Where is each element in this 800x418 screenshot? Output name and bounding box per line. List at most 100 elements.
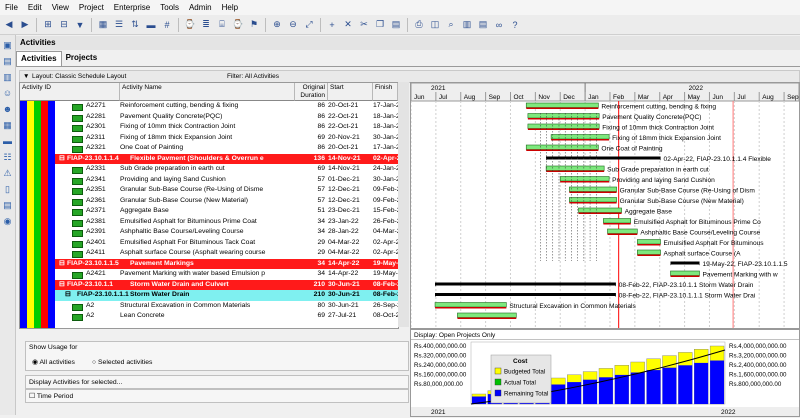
store-icon[interactable]: ⚑ bbox=[247, 18, 261, 32]
activity-row[interactable]: A2401 Emulsified Asphalt For Bituminous T… bbox=[20, 238, 398, 249]
chart-icon[interactable]: ▥ bbox=[460, 18, 474, 32]
assignments-nav-icon[interactable]: ☷ bbox=[2, 152, 13, 163]
report-icon[interactable]: ▤ bbox=[476, 18, 490, 32]
filter-label[interactable]: Filter: All Activities bbox=[227, 71, 279, 82]
activity-row[interactable]: A2351 Granular Sub-Base Course (Re-Using … bbox=[20, 185, 398, 196]
activity-row[interactable]: A2381 Emulsified Asphalt for Bituminous P… bbox=[20, 217, 398, 228]
activity-row[interactable]: A2391 Ashphaltic Base Course/Leveling Cou… bbox=[20, 227, 398, 238]
level-icon[interactable]: ≣ bbox=[199, 18, 213, 32]
tab-projects[interactable]: Projects bbox=[62, 51, 102, 66]
menu-help[interactable]: Help bbox=[217, 3, 243, 12]
activity-row[interactable]: A2331 Sub Grade preparation in earth cut 6… bbox=[20, 164, 398, 175]
timescale-month: Feb bbox=[613, 94, 625, 101]
column-header-original-duration[interactable]: Original Duration bbox=[295, 83, 328, 101]
wbs-row[interactable]: ⊟ FIAP-23.10.1.1 Storm Water Drain and Cul… bbox=[55, 279, 398, 291]
tab-activities[interactable]: Activities bbox=[16, 51, 62, 66]
delete-icon[interactable]: ✕ bbox=[341, 18, 355, 32]
activity-row[interactable]: A2361 Granular Sub-Base Course (New Mater… bbox=[20, 196, 398, 207]
activity-row[interactable]: A2311 Fixing of 18mm thick Expansion Join… bbox=[20, 133, 398, 144]
activities-nav-icon[interactable]: ▬ bbox=[2, 136, 13, 147]
issues-nav-icon[interactable]: ⚠ bbox=[2, 168, 13, 179]
collapse-toggle-icon[interactable]: ⊟ bbox=[65, 290, 71, 301]
copy-icon[interactable]: ❐ bbox=[373, 18, 387, 32]
all-activities-radio[interactable]: ◉ bbox=[32, 359, 38, 366]
resources-nav-icon[interactable]: ☺ bbox=[2, 88, 13, 99]
finish-date: 02-Apr-22 bbox=[373, 238, 398, 246]
legend-swatch bbox=[494, 389, 502, 397]
schedule-icon[interactable]: ⌚ bbox=[183, 18, 197, 32]
usage-panel: Show Usage for ◉ All activities ○ Select… bbox=[19, 329, 409, 415]
wbs-row[interactable]: ⊟ FIAP-23.10.1.1.4 Flexible Pavment (Shoul… bbox=[55, 153, 398, 165]
group-sort-icon[interactable]: ⇅ bbox=[128, 18, 142, 32]
activity-row[interactable]: A2421 Pavement Marking with water based E… bbox=[20, 269, 398, 280]
selected-activities-radio[interactable]: ○ bbox=[92, 359, 96, 366]
help-icon[interactable]: ? bbox=[508, 18, 522, 32]
activity-row[interactable]: A2 Structural Excavation in Common Materi… bbox=[20, 301, 398, 312]
column-header-activity-name[interactable]: Activity Name bbox=[120, 83, 295, 101]
columns-icon[interactable]: ☰ bbox=[112, 18, 126, 32]
preview-icon[interactable]: ◫ bbox=[428, 18, 442, 32]
link-icon[interactable]: ∞ bbox=[492, 18, 506, 32]
paste-icon[interactable]: ▤ bbox=[389, 18, 403, 32]
finish-date: 02-Apr-22 bbox=[373, 249, 398, 256]
fit-icon[interactable]: ⤢ bbox=[302, 18, 316, 32]
collapse-toggle-icon[interactable]: ⊟ bbox=[59, 259, 65, 270]
activity-row[interactable]: A2371 Aggregate Base 5123-Dec-21 15-Feb-22 bbox=[20, 206, 398, 217]
activity-row[interactable]: A2271 Reinforcement cutting, bending & fi… bbox=[20, 101, 398, 112]
time-period-checkbox[interactable]: ☐ bbox=[29, 393, 35, 400]
menu-project[interactable]: Project bbox=[74, 3, 109, 12]
add-icon[interactable]: + bbox=[325, 18, 339, 32]
pane-splitter[interactable] bbox=[398, 82, 409, 327]
wbs-row[interactable]: ⊟ FIAP-23.10.1.1.1 Storm Water Drain 210 30-… bbox=[55, 290, 398, 301]
activity-row[interactable]: A2301 Fixing of 10mm thick Contraction Jo… bbox=[20, 122, 398, 133]
hash-icon[interactable]: # bbox=[160, 18, 174, 32]
timescale-month: Dec bbox=[563, 94, 575, 101]
column-header-start[interactable]: Start bbox=[328, 83, 373, 101]
zoom-out-icon[interactable]: ⊖ bbox=[286, 18, 300, 32]
cut-icon[interactable]: ✂ bbox=[357, 18, 371, 32]
menu-admin[interactable]: Admin bbox=[184, 3, 217, 12]
print-icon[interactable]: ⎙ bbox=[412, 18, 426, 32]
documents-nav-icon[interactable]: ▯ bbox=[2, 184, 13, 195]
expand-icon[interactable]: ⊞ bbox=[41, 18, 55, 32]
activity-row[interactable]: A2341 Providing and laying Sand Cushion 57… bbox=[20, 175, 398, 186]
activity-name: Fixing of 10mm thick Contraction Joint bbox=[120, 123, 236, 130]
activity-row[interactable]: A2411 Asphalt surface Course (Asphalt wea… bbox=[20, 248, 398, 259]
baseline-icon[interactable]: ⌸ bbox=[215, 18, 229, 32]
projects-nav-icon[interactable]: ▣ bbox=[2, 40, 13, 51]
find-icon[interactable]: ⌕ bbox=[444, 18, 458, 32]
collapse-icon[interactable]: ⊟ bbox=[57, 18, 71, 32]
menu-file[interactable]: File bbox=[0, 3, 23, 12]
column-header-activity-id[interactable]: Activity ID bbox=[20, 83, 120, 101]
back-icon[interactable]: ◀ bbox=[2, 18, 16, 32]
activity-row[interactable]: A2281 Pavement Quality Concrete(PQC) 86 22-… bbox=[20, 112, 398, 123]
progress-icon[interactable]: ⌚ bbox=[231, 18, 245, 32]
filter-icon[interactable]: ▼ bbox=[73, 18, 87, 32]
thresholds-nav-icon[interactable]: ◉ bbox=[2, 216, 13, 227]
menu-edit[interactable]: Edit bbox=[23, 3, 47, 12]
gantt-bar-label: Pavement Quality Concrete(PQC) bbox=[602, 114, 701, 121]
menu-enterprise[interactable]: Enterprise bbox=[109, 3, 155, 12]
menu-tools[interactable]: Tools bbox=[155, 3, 184, 12]
activity-row[interactable]: A2321 One Coat of Painting 86 20-Oct-21 17-J… bbox=[20, 143, 398, 154]
gantt-bar bbox=[525, 102, 599, 108]
menu-view[interactable]: View bbox=[47, 3, 74, 12]
collapse-toggle-icon[interactable]: ⊟ bbox=[59, 154, 65, 165]
tracking-nav-icon[interactable]: ▦ bbox=[2, 120, 13, 131]
roles-nav-icon[interactable]: ☻ bbox=[2, 104, 13, 115]
wbs-row[interactable]: ⊟ FIAP-23.10.1.1.5 Pavement Markings 34 14-A… bbox=[55, 258, 398, 270]
collapse-toggle-icon[interactable]: ⊟ bbox=[59, 280, 65, 291]
layout-dropdown-icon[interactable]: ▼ bbox=[23, 71, 29, 82]
reports-nav-icon[interactable]: ▤ bbox=[2, 200, 13, 211]
forward-icon[interactable]: ▶ bbox=[18, 18, 32, 32]
bars-icon[interactable]: ▬ bbox=[144, 18, 158, 32]
layout-icon[interactable]: ▦ bbox=[96, 18, 110, 32]
selected-activities-label: Selected activities bbox=[98, 359, 153, 366]
layout-label[interactable]: Layout: Classic Schedule Layout bbox=[32, 71, 126, 82]
gantt-bar bbox=[607, 228, 638, 234]
wbs-nav-icon[interactable]: ▥ bbox=[2, 72, 13, 83]
eps-nav-icon[interactable]: ▤ bbox=[2, 56, 13, 67]
activity-row[interactable]: A2 Lean Concrete 6927-Jul-21 08-Oct-21 bbox=[20, 311, 398, 322]
column-header-finish[interactable]: Finish bbox=[373, 83, 398, 101]
zoom-in-icon[interactable]: ⊕ bbox=[270, 18, 284, 32]
